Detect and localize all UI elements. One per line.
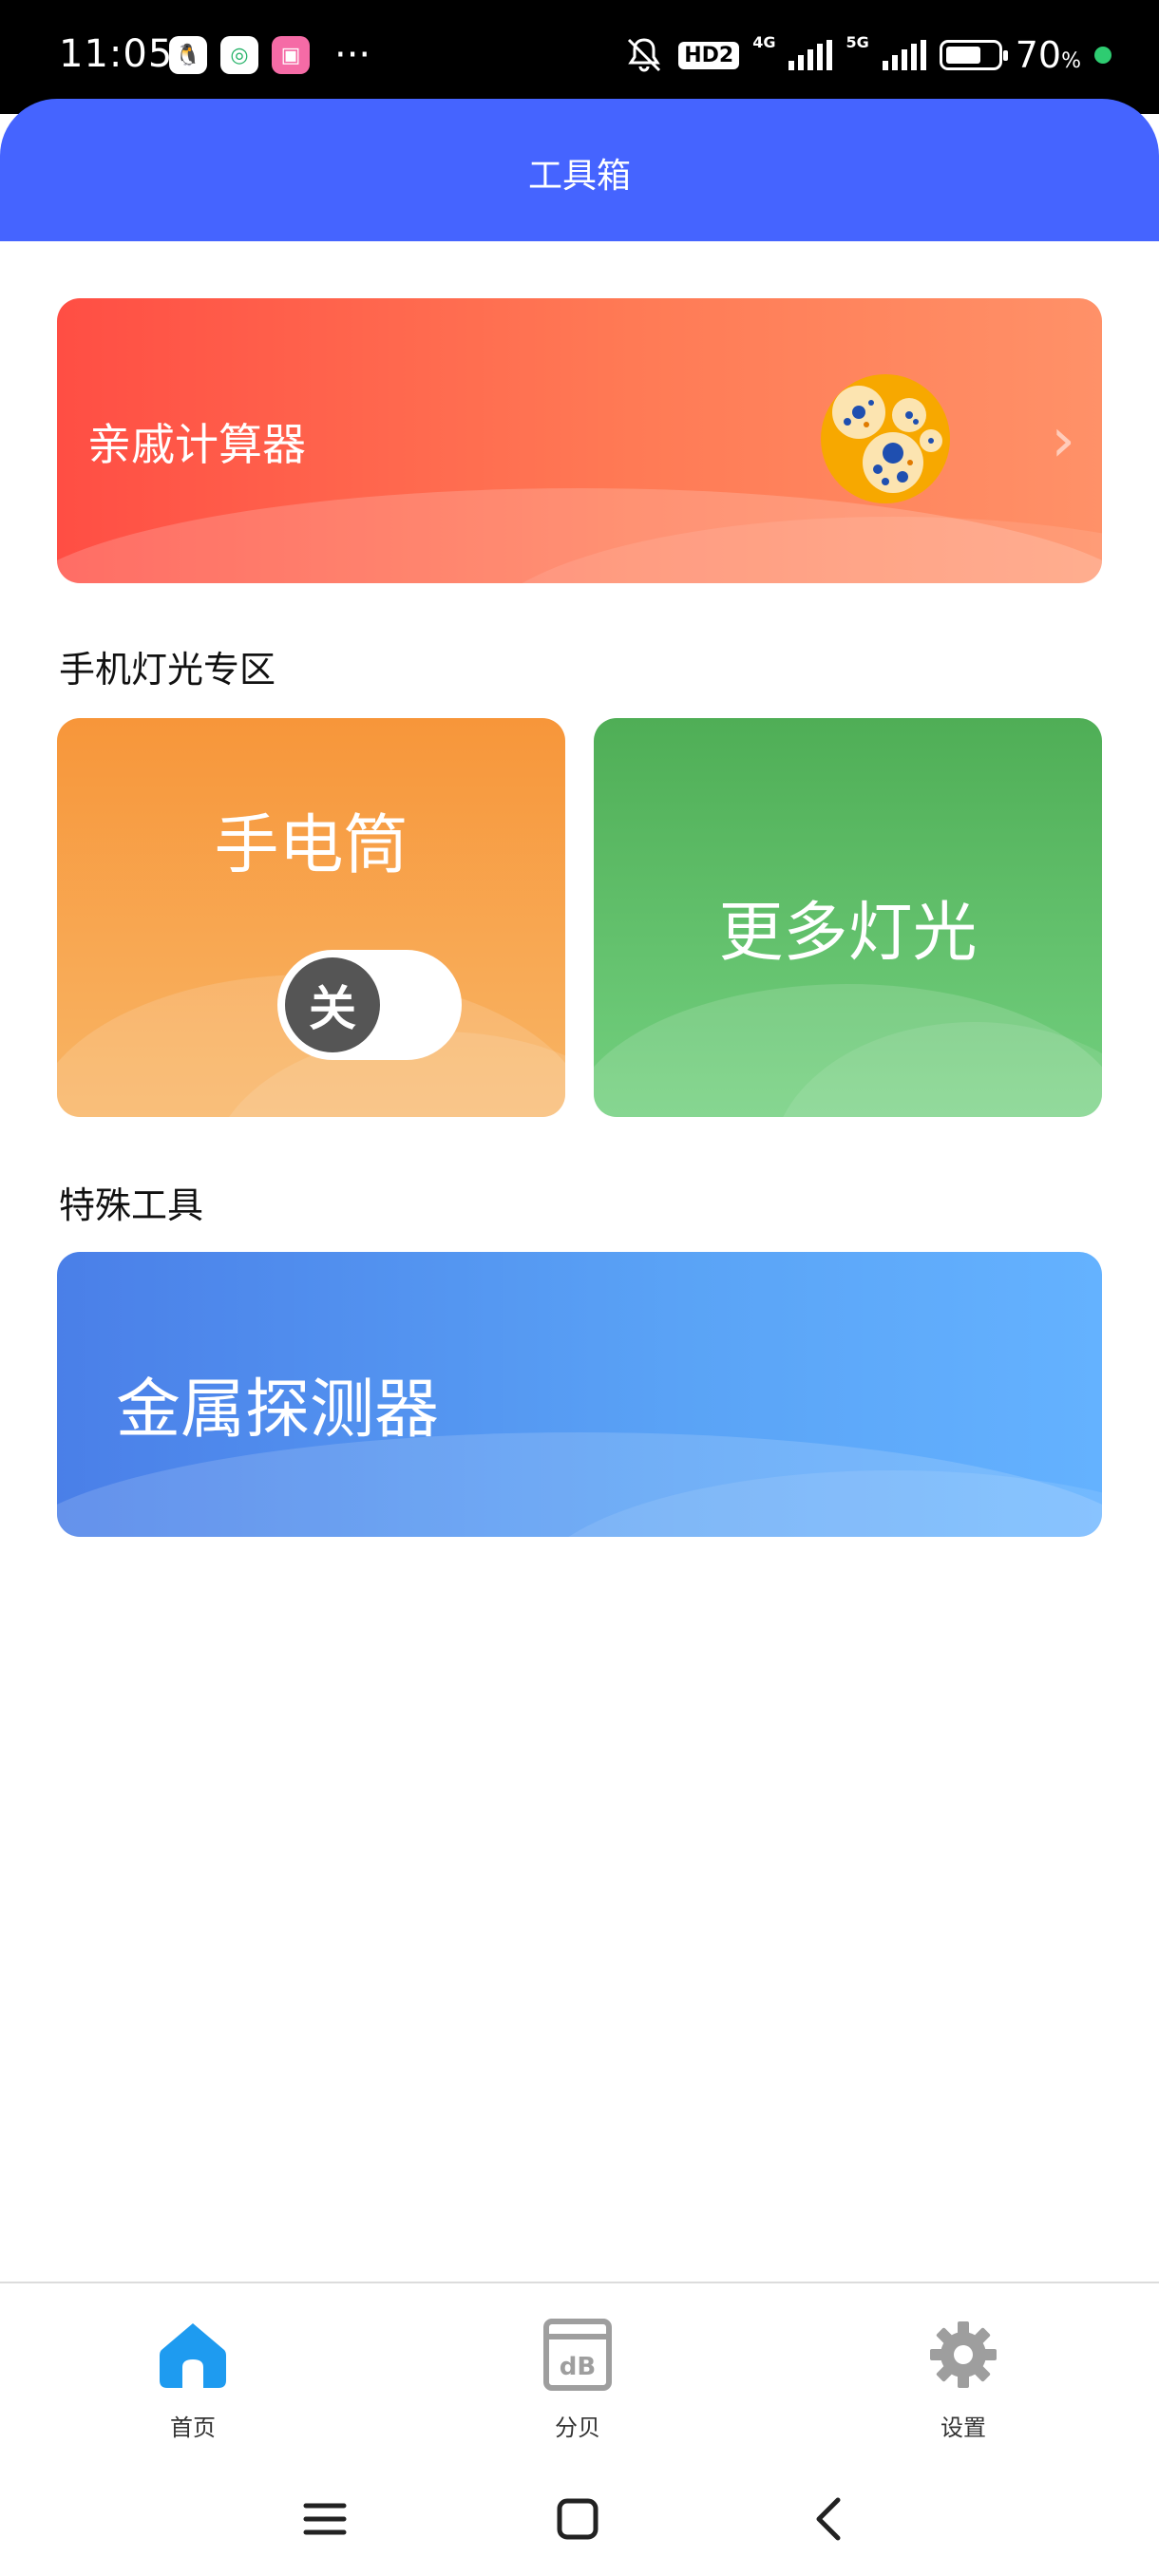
relative-calculator-card[interactable]: 亲戚计算器 › (57, 298, 1102, 583)
tab-home-label: 首页 (170, 2415, 216, 2441)
db-meter-icon: dB (543, 2319, 612, 2391)
privacy-indicator-dot (1094, 47, 1112, 64)
relative-calculator-label: 亲戚计算器 (87, 419, 306, 470)
flashlight-title: 手电筒 (214, 808, 408, 883)
more-notifications-icon: ··· (334, 33, 371, 77)
metal-detector-card[interactable]: 金属探测器 (57, 1252, 1102, 1537)
relative-calculator-icon (821, 374, 950, 503)
tab-settings[interactable]: 设置 (868, 2318, 1058, 2442)
notification-icons: 🐧 ◎ ▣ ··· (169, 36, 370, 74)
home-icon (160, 2323, 226, 2388)
app-bar: 工具箱 (0, 99, 1159, 241)
network-5g-label: 5G (846, 32, 869, 51)
more-light-card[interactable]: 更多灯光 (594, 718, 1102, 1117)
home-square-icon[interactable] (549, 2491, 606, 2548)
tab-decibel[interactable]: dB 分贝 (483, 2318, 673, 2442)
system-nav-bar (0, 2462, 1159, 2576)
tab-decibel-label: 分贝 (555, 2415, 600, 2441)
battery-icon (939, 40, 1008, 70)
network-4g-label: 4G (752, 32, 776, 51)
status-bar: 11:05 🐧 ◎ ▣ ··· HD2 4G 5G 70% (0, 0, 1159, 114)
tab-home[interactable]: 首页 (98, 2318, 288, 2442)
status-indicators: HD2 4G 5G 70% (623, 32, 1112, 76)
signal-bars-icon (788, 40, 833, 70)
back-icon[interactable] (802, 2491, 859, 2548)
flashlight-card[interactable]: 手电筒 关 (57, 718, 565, 1117)
flashlight-toggle-knob: 关 (285, 957, 380, 1052)
menu-icon[interactable] (296, 2491, 353, 2548)
chevron-right-icon: › (1051, 406, 1075, 476)
hd-badge: HD2 (678, 41, 740, 69)
more-light-title: 更多灯光 (718, 896, 978, 971)
signal-bars-icon-2 (882, 40, 926, 70)
green-app-icon: ◎ (220, 36, 258, 74)
bilibili-icon: ▣ (272, 36, 310, 74)
mute-bell-icon (628, 38, 661, 72)
battery-level (945, 47, 980, 64)
light-section-title: 手机灯光专区 (59, 649, 276, 691)
gear-icon (930, 2321, 997, 2388)
bottom-tab-bar: 首页 dB 分贝 设置 (0, 2282, 1159, 2464)
special-tools-section-title: 特殊工具 (59, 1184, 204, 1226)
qq-icon: 🐧 (169, 36, 207, 74)
metal-detector-title: 金属探测器 (116, 1373, 440, 1448)
svg-text:dB: dB (560, 2353, 596, 2381)
page-title: 工具箱 (527, 157, 631, 196)
flashlight-toggle[interactable]: 关 (277, 950, 462, 1060)
tab-settings-label: 设置 (940, 2415, 986, 2441)
battery-percent: 70% (1015, 34, 1081, 76)
status-time: 11:05 (59, 32, 174, 76)
